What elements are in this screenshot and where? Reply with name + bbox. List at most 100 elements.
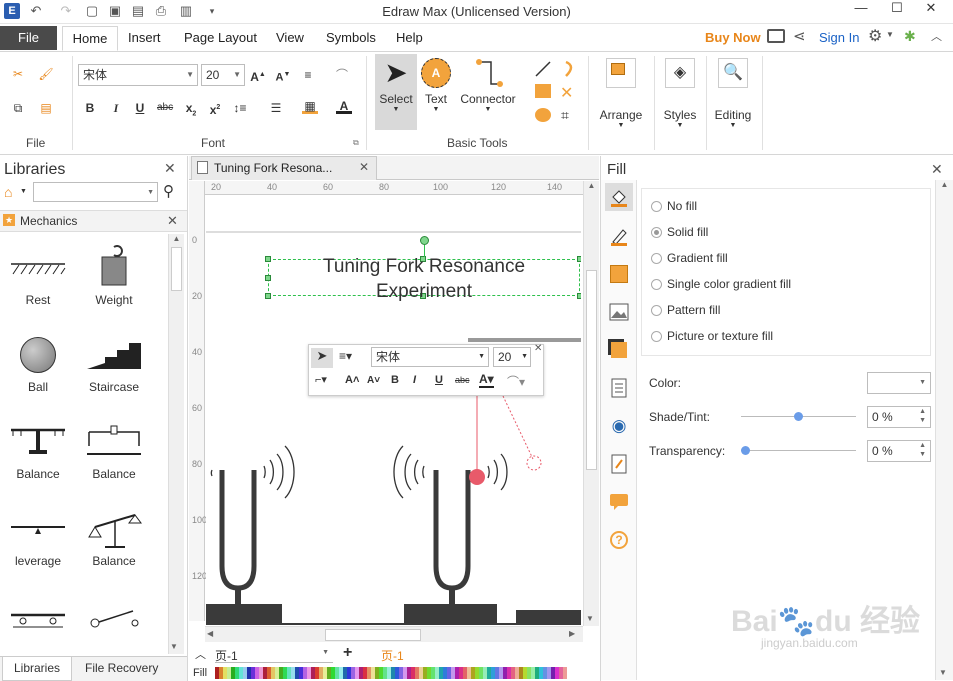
line-style-icon[interactable]	[605, 222, 633, 250]
mini-text-shape-icon[interactable]: ⌒▾	[507, 373, 525, 390]
option-gradient-fill[interactable]: Gradient fill	[667, 251, 728, 265]
styles-button[interactable]: ◈ Styles ▼	[660, 58, 700, 129]
file-menu-tab[interactable]: File	[0, 26, 57, 50]
scroll-up-icon[interactable]: ▲	[584, 181, 599, 190]
transparency-input[interactable]: 0 % ▲ ▼	[867, 440, 931, 462]
font-name-select[interactable]: 宋体 ▼	[78, 64, 198, 86]
transparency-slider-track[interactable]	[741, 450, 856, 451]
font-color-icon[interactable]: A	[336, 98, 352, 114]
close-icon[interactable]: ✕	[534, 343, 542, 354]
page-properties-icon[interactable]	[605, 374, 633, 402]
radio-pattern-fill[interactable]	[651, 305, 662, 316]
format-painter-icon[interactable]: 🖌	[38, 66, 54, 82]
paste-icon[interactable]: ▤	[38, 100, 54, 116]
mini-bold-icon[interactable]: B	[391, 374, 399, 386]
library-item-beam[interactable]	[0, 594, 76, 644]
increase-font-icon[interactable]: A▲	[250, 67, 266, 84]
document-tab[interactable]: Tuning Fork Resona...	[191, 156, 377, 180]
option-no-fill[interactable]: No fill	[667, 199, 697, 213]
tab-view[interactable]: View	[270, 26, 310, 51]
page-nav-up-icon[interactable]: ︿	[195, 646, 206, 662]
line-tool-icon[interactable]	[534, 60, 552, 81]
scroll-up-icon[interactable]: ▲	[169, 234, 184, 243]
close-icon[interactable]: ✕	[359, 160, 369, 174]
scroll-down-icon[interactable]: ▼	[939, 668, 947, 677]
maximize-button[interactable]: ☐	[882, 0, 912, 20]
scroll-down-icon[interactable]: ▼	[170, 642, 178, 651]
mini-italic-icon[interactable]: I	[413, 374, 416, 386]
image-icon[interactable]	[605, 298, 633, 326]
tab-help[interactable]: Help	[390, 26, 429, 51]
buy-now-link[interactable]: Buy Now	[705, 30, 761, 45]
mini-size-select[interactable]: 20 ▼	[493, 347, 531, 367]
settings-dropdown-icon[interactable]: ▼	[886, 30, 894, 39]
drawing-canvas[interactable]: Tuning Fork Resonance Experiment ➤ ≡▾ 宋体…	[206, 196, 581, 626]
libraries-scrollbar[interactable]: ▲	[168, 234, 184, 654]
library-category-header[interactable]: ★ Mechanics ✕	[0, 210, 187, 232]
spinner-icon[interactable]: ▲ ▼	[919, 407, 926, 425]
spinner-icon[interactable]: ▲ ▼	[919, 441, 926, 459]
ellipse-tool-icon[interactable]	[535, 108, 551, 122]
text-highlight-icon[interactable]: ▦	[302, 98, 318, 114]
radio-picture-fill[interactable]	[651, 331, 662, 342]
mini-align-icon[interactable]: ≡▾	[339, 349, 352, 363]
scrollbar-thumb[interactable]	[325, 629, 421, 641]
text-tool-button[interactable]: A Text ▼	[419, 58, 453, 113]
library-item-balance[interactable]: Balance	[0, 417, 76, 481]
attachment-icon[interactable]	[605, 450, 633, 478]
shade-slider-thumb[interactable]	[794, 412, 803, 421]
theme-icon[interactable]: ✱	[904, 28, 916, 45]
rectangle-tool-icon[interactable]	[535, 84, 551, 98]
radio-no-fill[interactable]	[651, 201, 662, 212]
close-icon[interactable]: ✕	[931, 161, 943, 178]
option-picture-fill[interactable]: Picture or texture fill	[667, 329, 773, 343]
scrollbar-thumb[interactable]	[171, 247, 182, 291]
library-item-balance[interactable]: Balance	[76, 504, 152, 568]
library-item-leverage[interactable]: leverage	[0, 504, 76, 568]
shadow-icon[interactable]	[605, 336, 633, 364]
tab-file-recovery[interactable]: File Recovery	[85, 661, 158, 675]
bold-icon[interactable]: B	[82, 100, 98, 116]
canvas-horizontal-scrollbar[interactable]: ◀ ▶	[205, 626, 583, 642]
minimize-button[interactable]: —	[846, 0, 876, 20]
color-swatch[interactable]	[563, 667, 567, 679]
library-item-ball[interactable]: Ball	[0, 330, 76, 394]
fill-panel-scrollbar[interactable]: ▲	[935, 180, 953, 680]
fill-bucket-icon[interactable]	[605, 183, 633, 211]
font-size-select[interactable]: 20 ▼	[201, 64, 245, 86]
radio-gradient-fill[interactable]	[651, 253, 662, 264]
tab-page-layout[interactable]: Page Layout	[178, 26, 263, 51]
page-select[interactable]: 页-1 ▼	[215, 647, 333, 663]
mini-underline-icon[interactable]: U	[435, 374, 443, 386]
tab-libraries[interactable]: Libraries	[2, 657, 72, 681]
scroll-right-icon[interactable]: ▶	[569, 629, 575, 638]
tab-insert[interactable]: Insert	[122, 26, 167, 51]
shade-tint-input[interactable]: 0 % ▲ ▼	[867, 406, 931, 428]
align-icon[interactable]: ≡	[300, 67, 316, 83]
transparency-slider-thumb[interactable]	[741, 446, 750, 455]
close-icon[interactable]: ✕	[164, 160, 176, 177]
connector-tool-button[interactable]: Connector ▼	[457, 58, 519, 113]
crop-tool-icon[interactable]: ⌗	[561, 107, 569, 124]
comment-icon[interactable]	[605, 488, 633, 516]
tab-home[interactable]: Home	[62, 26, 118, 51]
option-single-color-gradient-fill[interactable]: Single color gradient fill	[667, 277, 791, 291]
color-swatches[interactable]	[215, 667, 569, 679]
line-spacing-icon[interactable]: ↕≡	[232, 100, 248, 116]
mini-shrink-font-icon[interactable]: A˅	[367, 375, 380, 386]
rotation-handle[interactable]	[420, 236, 429, 245]
mini-connector-icon[interactable]: ⌐▾	[315, 373, 327, 386]
cut-icon[interactable]: ✂	[10, 66, 26, 82]
canvas-vertical-scrollbar[interactable]: ▲	[583, 181, 599, 626]
tab-symbols[interactable]: Symbols	[320, 26, 382, 51]
help-icon[interactable]: ?	[605, 526, 633, 554]
library-item-staircase[interactable]: Staircase	[76, 330, 152, 394]
library-item-balance[interactable]: Balance	[76, 417, 152, 481]
scrollbar-thumb[interactable]	[586, 270, 597, 470]
scroll-left-icon[interactable]: ◀	[207, 629, 213, 638]
cross-tool-icon[interactable]: ✕	[560, 83, 573, 103]
mini-font-select[interactable]: 宋体 ▼	[371, 347, 489, 367]
radio-single-color-gradient-fill[interactable]	[651, 279, 662, 290]
radio-solid-fill[interactable]	[651, 227, 662, 238]
select-tool-button[interactable]: ➤ Select ▼	[375, 54, 417, 130]
